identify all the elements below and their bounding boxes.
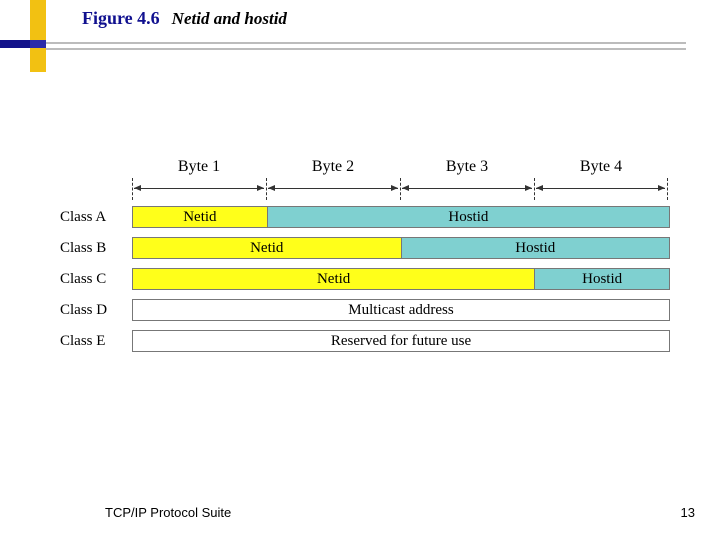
- class-a-hostid: Hostid: [268, 207, 669, 227]
- byte-3-label: Byte 3: [400, 158, 534, 176]
- figure-title-row: Figure 4.6 Netid and hostid: [82, 8, 287, 29]
- class-d-label: Class D: [60, 299, 132, 321]
- byte-1-label: Byte 1: [132, 158, 266, 176]
- class-d-body: Multicast address: [132, 299, 670, 321]
- class-c-row: Class C Netid Hostid: [60, 268, 670, 290]
- class-d-value: Multicast address: [133, 300, 669, 320]
- class-c-label: Class C: [60, 268, 132, 290]
- byte-2-label: Byte 2: [266, 158, 400, 176]
- class-e-value: Reserved for future use: [133, 331, 669, 351]
- class-e-body: Reserved for future use: [132, 330, 670, 352]
- class-c-hostid: Hostid: [535, 269, 669, 289]
- class-b-row: Class B Netid Hostid: [60, 237, 670, 259]
- class-a-body: Netid Hostid: [132, 206, 670, 228]
- class-b-netid: Netid: [133, 238, 402, 258]
- figure-number: Figure 4.6: [82, 8, 160, 29]
- byte-4-label: Byte 4: [534, 158, 668, 176]
- class-a-netid: Netid: [133, 207, 268, 227]
- class-b-hostid: Hostid: [402, 238, 670, 258]
- class-e-row: Class E Reserved for future use: [60, 330, 670, 352]
- class-rows: Class A Netid Hostid Class B Netid Hosti…: [60, 206, 670, 352]
- figure-title: Netid and hostid: [172, 9, 287, 29]
- title-rule-bottom: [46, 48, 686, 50]
- class-e-label: Class E: [60, 330, 132, 352]
- class-d-row: Class D Multicast address: [60, 299, 670, 321]
- class-c-netid: Netid: [133, 269, 535, 289]
- byte-extent-marks: [132, 178, 668, 202]
- class-a-label: Class A: [60, 206, 132, 228]
- class-a-row: Class A Netid Hostid: [60, 206, 670, 228]
- class-b-label: Class B: [60, 237, 132, 259]
- byte-header: Byte 1 Byte 2 Byte 3 Byte 4: [132, 158, 670, 206]
- footer-text: TCP/IP Protocol Suite: [105, 505, 231, 520]
- title-rule-top: [46, 42, 686, 44]
- class-b-body: Netid Hostid: [132, 237, 670, 259]
- class-c-body: Netid Hostid: [132, 268, 670, 290]
- netid-hostid-diagram: Byte 1 Byte 2 Byte 3 Byte 4 Class A Neti…: [60, 158, 670, 361]
- page-number: 13: [681, 505, 695, 520]
